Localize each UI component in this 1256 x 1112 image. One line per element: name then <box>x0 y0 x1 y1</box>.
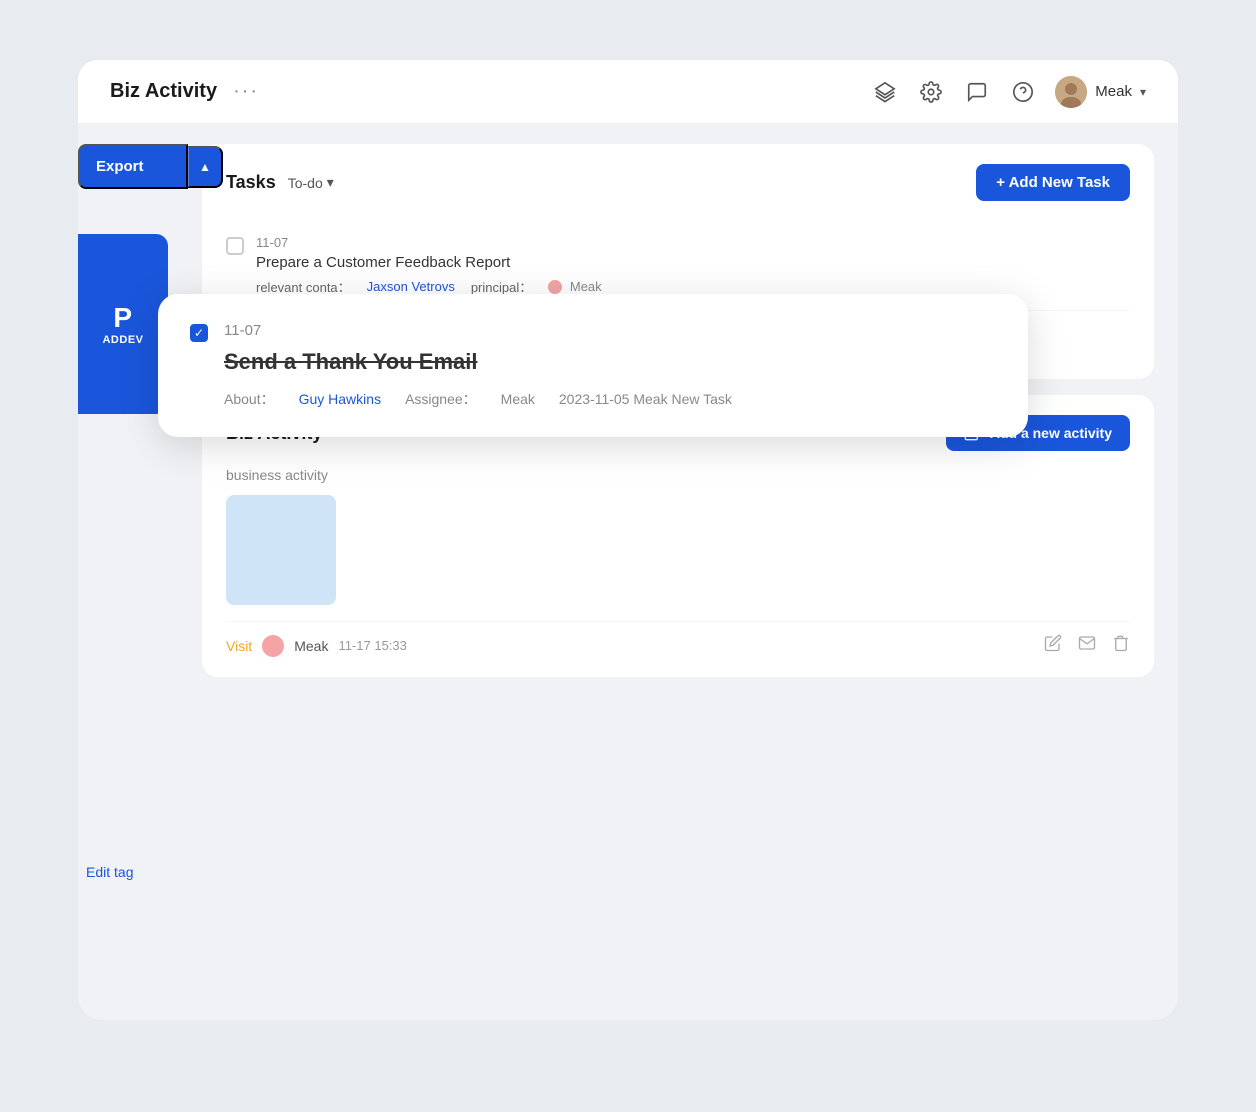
tasks-title: Tasks <box>226 172 276 193</box>
expanded-about-value[interactable]: Guy Hawkins <box>299 391 381 407</box>
expanded-task-checkbox[interactable]: ✓ <box>190 324 208 342</box>
main-content: Export ▲ P ADDEV Edit tag Tasks To-do ▾ <box>78 124 1178 697</box>
footer-date: 11-17 15:33 <box>338 638 406 653</box>
card-label: ADDEV <box>102 334 143 346</box>
add-task-button[interactable]: + Add New Task <box>976 164 1130 201</box>
user-badge[interactable]: Meak ▾ <box>1055 76 1146 108</box>
expanded-task-meta: About： Guy Hawkins Assignee： Meak 2023-1… <box>224 389 996 409</box>
footer-actions <box>1044 634 1130 657</box>
expanded-about-label: About： <box>224 389 275 409</box>
task-name-1: Prepare a Customer Feedback Report <box>256 254 1130 271</box>
tasks-header: Tasks To-do ▾ + Add New Task <box>226 164 1130 201</box>
expanded-task-date: 11-07 <box>224 322 996 339</box>
app-header: Biz Activity ··· <box>78 60 1178 124</box>
task-checkbox-1[interactable] <box>226 237 244 255</box>
edit-activity-icon[interactable] <box>1044 634 1062 657</box>
expanded-history: 2023-11-05 Meak New Task <box>559 391 732 407</box>
export-area: Export ▲ <box>78 144 223 189</box>
expanded-task-card: ✓ 11-07 Send a Thank You Email About： Gu… <box>158 294 1028 437</box>
activity-label: business activity <box>226 467 1130 483</box>
assignee-dot-footer <box>262 635 284 657</box>
help-icon[interactable] <box>1009 78 1037 106</box>
header-right: Meak ▾ <box>871 76 1146 108</box>
app-title: Biz Activity <box>110 80 217 103</box>
activity-image <box>226 495 336 605</box>
expanded-assignee-label: Assignee： <box>405 389 477 409</box>
export-caret-button[interactable]: ▲ <box>188 146 223 188</box>
assignee-dot-1 <box>548 280 562 294</box>
activity-footer: Visit Meak 11-17 15:33 <box>226 621 1130 657</box>
filter-dropdown[interactable]: To-do ▾ <box>288 174 334 191</box>
expanded-assignee-value: Meak <box>501 391 535 407</box>
layers-icon[interactable] <box>871 78 899 106</box>
task-contact-link-1[interactable]: Jaxson Vetrovs <box>367 279 455 294</box>
expanded-task-title: Send a Thank You Email <box>224 349 996 375</box>
export-button[interactable]: Export <box>78 144 188 189</box>
blue-card: P ADDEV <box>78 234 168 414</box>
settings-icon[interactable] <box>917 78 945 106</box>
chat-icon[interactable] <box>963 78 991 106</box>
dots-menu-button[interactable]: ··· <box>233 80 259 103</box>
user-dropdown-icon[interactable]: ▾ <box>1140 85 1146 99</box>
avatar <box>1055 76 1087 108</box>
biz-activity-section: Biz Activity Add a new activity business… <box>202 395 1154 677</box>
edit-tag-button[interactable]: Edit tag <box>86 864 133 880</box>
task-date-1: 11-07 <box>256 235 1130 250</box>
delete-activity-icon[interactable] <box>1112 634 1130 657</box>
visit-link[interactable]: Visit <box>226 638 252 654</box>
footer-assignee-name: Meak <box>294 638 328 654</box>
header-left: Biz Activity ··· <box>110 80 259 103</box>
user-name-label: Meak <box>1095 83 1132 100</box>
email-activity-icon[interactable] <box>1078 634 1096 657</box>
assignee-name-1: Meak <box>570 279 602 294</box>
